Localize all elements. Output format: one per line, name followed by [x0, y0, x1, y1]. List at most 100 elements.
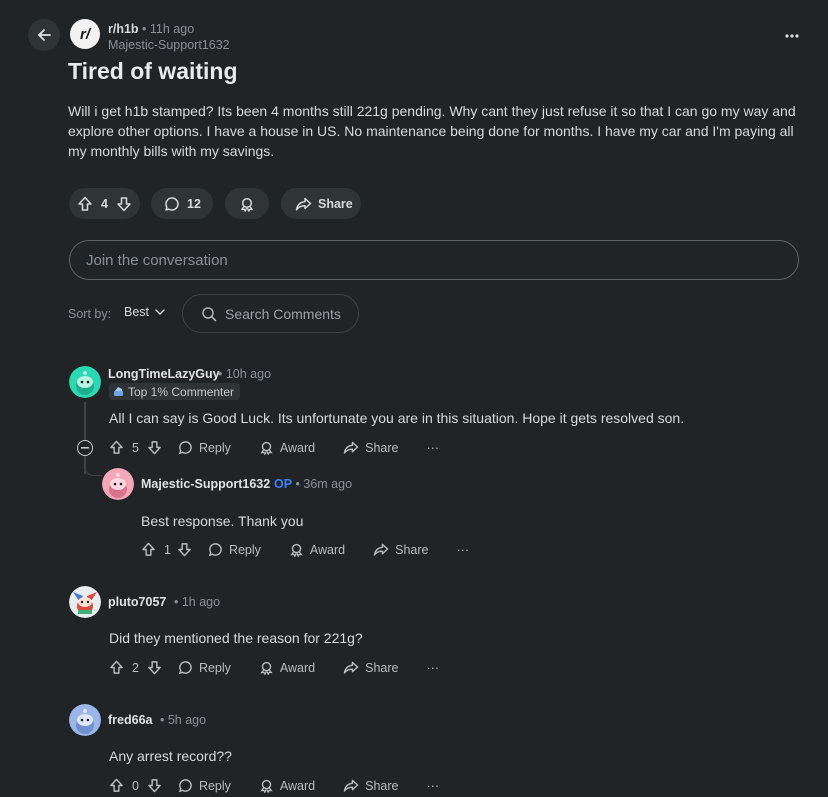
- avatar[interactable]: [69, 366, 101, 398]
- search-comments-input[interactable]: Search Comments: [182, 294, 359, 333]
- collapse-thread-button[interactable]: [77, 440, 93, 456]
- award-icon: [260, 441, 273, 455]
- post-time: • 11h ago: [142, 22, 195, 36]
- avatar[interactable]: [69, 586, 101, 618]
- join-placeholder: Join the conversation: [86, 251, 228, 269]
- vote-count: 0: [132, 778, 139, 793]
- share-button[interactable]: Share: [343, 440, 399, 455]
- reply-icon: [178, 779, 192, 793]
- award-button[interactable]: Award: [259, 440, 315, 455]
- vote-pill: 4: [69, 188, 140, 219]
- comment-username[interactable]: pluto7057: [108, 595, 166, 609]
- reply-icon: [178, 661, 192, 675]
- reply-button[interactable]: Reply: [178, 440, 231, 455]
- share-button[interactable]: Share: [343, 660, 399, 675]
- downvote-icon[interactable]: [147, 660, 162, 675]
- comments-button[interactable]: 12: [151, 188, 213, 219]
- chevron-down-icon: [155, 309, 165, 315]
- sort-dropdown[interactable]: Best: [124, 305, 165, 319]
- post-body: Will i get h1b stamped? Its been 4 month…: [68, 103, 796, 159]
- share-button[interactable]: Share: [373, 542, 429, 557]
- share-button[interactable]: Share: [343, 778, 399, 793]
- vote-count: 5: [132, 440, 139, 455]
- award-icon: [260, 661, 273, 675]
- upvote-icon[interactable]: [109, 660, 124, 675]
- post-meta: r/h1b • 11h ago: [108, 22, 194, 36]
- join-conversation-input[interactable]: Join the conversation: [69, 240, 799, 280]
- share-icon: [343, 441, 359, 454]
- more-options-button[interactable]: ···: [457, 543, 470, 557]
- op-badge: OP: [274, 477, 293, 491]
- award-button[interactable]: [225, 188, 269, 219]
- comment-count: 12: [187, 196, 201, 211]
- back-button[interactable]: [28, 19, 60, 51]
- share-icon: [295, 196, 312, 212]
- subreddit-icon[interactable]: r/: [70, 19, 100, 49]
- comment-time: • 36m ago: [295, 477, 353, 491]
- share-icon: [343, 779, 359, 792]
- reply-button[interactable]: Reply: [208, 542, 261, 557]
- vote-count: 2: [132, 660, 139, 675]
- reply-connector: [84, 462, 102, 476]
- upvote-icon[interactable]: [109, 440, 124, 455]
- badge-icon: [114, 387, 123, 396]
- reply-icon: [178, 441, 192, 455]
- sort-value: Best: [124, 305, 150, 319]
- search-placeholder: Search Comments: [225, 305, 341, 322]
- downvote-icon[interactable]: [147, 440, 162, 455]
- post-title: Tired of waiting: [68, 58, 238, 84]
- arrow-left-icon: [38, 29, 51, 41]
- top-commenter-badge: Top 1% Commenter: [109, 383, 241, 400]
- comment-time: • 5h ago: [160, 713, 207, 727]
- comment-text: All I can say is Good Luck. Its unfortun…: [109, 410, 685, 426]
- more-options-button[interactable]: ···: [427, 661, 440, 675]
- comment-username[interactable]: fred66a: [108, 713, 152, 727]
- award-button[interactable]: Award: [259, 660, 315, 675]
- reply-icon: [208, 543, 222, 557]
- share-button[interactable]: Share: [281, 188, 361, 219]
- upvote-icon[interactable]: [141, 542, 156, 557]
- comment-actions: 0 Reply Award Share ···: [109, 778, 439, 793]
- comment-text: Best response. Thank you: [141, 513, 304, 529]
- reply-button[interactable]: Reply: [178, 660, 231, 675]
- award-button[interactable]: Award: [259, 778, 315, 793]
- comment-text: Did they mentioned the reason for 221g?: [109, 630, 363, 646]
- post-author[interactable]: Majestic-Support1632: [108, 38, 230, 52]
- comment-time: • 10h ago: [218, 367, 272, 381]
- award-icon: [241, 197, 253, 212]
- thread-line[interactable]: [84, 402, 86, 440]
- avatar[interactable]: [102, 468, 134, 500]
- more-options-button[interactable]: ···: [427, 441, 440, 455]
- downvote-icon[interactable]: [177, 542, 192, 557]
- award-button[interactable]: Award: [289, 542, 345, 557]
- vote-count: 4: [101, 196, 108, 211]
- share-icon: [373, 543, 389, 556]
- comment-time: • 1h ago: [174, 595, 221, 609]
- comment-actions: 5 Reply Award Share ···: [109, 440, 439, 455]
- award-icon: [290, 543, 303, 557]
- downvote-icon[interactable]: [147, 778, 162, 793]
- share-label: Share: [318, 196, 353, 211]
- minus-icon: [81, 447, 89, 449]
- downvote-icon[interactable]: [116, 196, 132, 212]
- upvote-icon[interactable]: [77, 196, 93, 212]
- reply-button[interactable]: Reply: [178, 778, 231, 793]
- more-options-button[interactable]: ···: [427, 779, 440, 793]
- share-icon: [343, 661, 359, 674]
- ellipsis-icon: [785, 34, 799, 38]
- more-options-button[interactable]: [780, 26, 804, 46]
- comment-icon: [164, 196, 180, 212]
- comment-text: Any arrest record??: [109, 748, 232, 764]
- comment-username[interactable]: LongTimeLazyGuy: [108, 367, 220, 381]
- search-icon: [202, 306, 217, 321]
- avatar[interactable]: [69, 704, 101, 736]
- sort-label: Sort by:: [68, 307, 112, 321]
- upvote-icon[interactable]: [109, 778, 124, 793]
- award-icon: [260, 779, 273, 793]
- subreddit-name[interactable]: r/h1b: [108, 22, 139, 36]
- comment-username[interactable]: Majestic-Support1632: [141, 477, 270, 491]
- vote-count: 1: [164, 542, 171, 557]
- comment-actions: 1 Reply Award Share ···: [141, 542, 469, 557]
- comment-actions: 2 Reply Award Share ···: [109, 660, 439, 675]
- comment-meta: OP • 36m ago: [274, 477, 352, 491]
